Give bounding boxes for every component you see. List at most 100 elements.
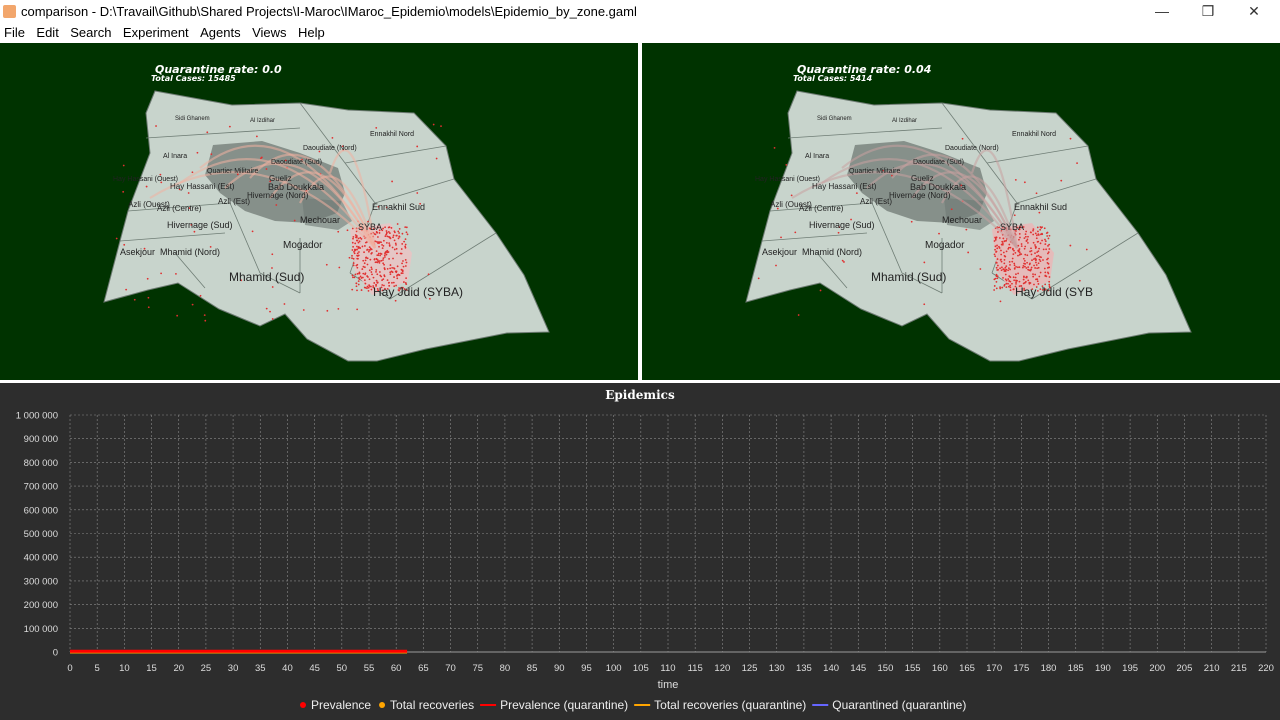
infected-agent xyxy=(1039,242,1042,245)
menu-edit[interactable]: Edit xyxy=(36,23,58,40)
x-tick-label: 200 xyxy=(1149,663,1165,674)
infected-agent xyxy=(1036,226,1039,229)
infected-agent xyxy=(396,223,399,225)
infected-agent xyxy=(352,237,354,240)
zone-label: Azli (Est) xyxy=(218,197,250,206)
zone-label: Azli (Est) xyxy=(860,197,892,206)
infected-agent xyxy=(1001,243,1004,246)
map-display-left[interactable]: Ennakhil Nord Daoudiate (Nord) Al Izdihar S… xyxy=(0,43,638,380)
zone-label: Hivernage (Sud) xyxy=(809,220,875,230)
infected-agent xyxy=(404,265,407,267)
x-tick-label: 190 xyxy=(1095,663,1111,674)
zone-label: Hivernage (Sud) xyxy=(167,220,233,230)
infected-agent xyxy=(377,236,379,238)
infected-agent xyxy=(996,258,999,260)
infected-agent xyxy=(1026,238,1029,241)
infected-agent xyxy=(785,163,788,166)
infected-agent xyxy=(1002,237,1005,240)
menu-file[interactable]: File xyxy=(4,23,25,40)
zone-label: Sidi Ghanem xyxy=(175,116,210,122)
infected-agent xyxy=(377,254,380,257)
zone-label: Al Izdihar xyxy=(250,118,275,124)
infected-agent xyxy=(1013,267,1016,270)
infected-agent xyxy=(362,259,365,262)
infected-agent xyxy=(348,256,351,259)
infected-agent xyxy=(388,245,391,247)
infected-agent xyxy=(1023,262,1025,265)
zone-label: Mhamid (Nord) xyxy=(802,247,862,257)
epidemics-chart[interactable]: Epidemics 0 5 10 15 20 25 30 35 40 45 50 55 60 65 70 75 8… xyxy=(0,383,1280,720)
infected-agent xyxy=(923,303,926,306)
infected-agent xyxy=(375,269,378,271)
menu-views[interactable]: Views xyxy=(252,23,286,40)
x-tick-label: 35 xyxy=(255,663,266,674)
legend-label: Quarantined (quarantine) xyxy=(832,698,966,712)
infected-agent xyxy=(1009,264,1011,266)
infected-agent xyxy=(1023,259,1026,262)
infected-agent xyxy=(354,234,357,236)
zone-label-hay-jdid: Hay Jdid (SYB xyxy=(1015,285,1093,299)
menu-experiment[interactable]: Experiment xyxy=(123,23,189,40)
x-tick-label: 15 xyxy=(146,663,157,674)
infected-agent xyxy=(1076,162,1078,165)
infected-agent xyxy=(1034,252,1036,255)
infected-agent xyxy=(1011,248,1014,251)
x-tick-label: 10 xyxy=(119,663,130,674)
infected-agent xyxy=(123,243,126,246)
infected-agent xyxy=(404,243,407,246)
zone-label: Mogador xyxy=(283,240,323,251)
infected-agent xyxy=(1035,234,1038,237)
infected-agent xyxy=(271,253,274,256)
infected-agent xyxy=(1007,247,1010,250)
infected-agent xyxy=(994,236,997,239)
infected-agent xyxy=(391,180,394,183)
infected-agent xyxy=(1044,243,1047,245)
infected-agent xyxy=(146,277,149,280)
infected-agent xyxy=(382,278,385,281)
infected-agent xyxy=(1008,261,1011,263)
infected-agent xyxy=(370,266,373,269)
infected-agent xyxy=(1015,279,1017,282)
infected-agent xyxy=(371,273,373,276)
x-tick-label: 150 xyxy=(878,663,894,674)
infected-agent xyxy=(251,230,254,233)
zone-label: Ennakhil Nord xyxy=(1012,131,1056,138)
infected-agent xyxy=(376,281,379,284)
infected-agent xyxy=(1032,275,1035,278)
x-tick-label: 65 xyxy=(418,663,429,674)
infected-agent xyxy=(379,252,382,255)
menu-search[interactable]: Search xyxy=(70,23,111,40)
map-display-right[interactable]: Ennakhil Nord Daoudiate (Nord) Al Izdihar S… xyxy=(642,43,1280,380)
infected-agent xyxy=(996,244,998,247)
y-tick-label: 800 000 xyxy=(24,458,58,469)
zone-label: Al Inara xyxy=(805,153,829,160)
y-tick-label: 600 000 xyxy=(24,505,58,516)
infected-agent xyxy=(351,257,353,260)
close-button[interactable]: ✕ xyxy=(1231,0,1277,23)
infected-agent xyxy=(383,254,386,257)
infected-agent xyxy=(1015,265,1017,268)
infected-agent xyxy=(385,241,388,244)
infected-agent xyxy=(1030,249,1033,252)
restore-button[interactable]: ❒ xyxy=(1185,0,1231,23)
menu-help[interactable]: Help xyxy=(298,23,325,40)
infected-agent xyxy=(367,290,370,292)
infected-agent xyxy=(368,246,371,249)
minimize-button[interactable]: — xyxy=(1139,0,1185,23)
infected-agent xyxy=(1005,268,1008,271)
infected-agent xyxy=(378,232,381,234)
x-tick-label: 60 xyxy=(391,663,402,674)
infected-agent xyxy=(780,236,782,239)
infected-agent xyxy=(1014,251,1017,254)
infected-agent xyxy=(358,278,361,281)
menu-agents[interactable]: Agents xyxy=(200,23,240,40)
infected-agent xyxy=(396,277,399,280)
infected-agent xyxy=(1026,261,1029,264)
infected-agent xyxy=(402,260,404,262)
infected-agent xyxy=(352,245,354,248)
infected-agent xyxy=(1034,232,1037,235)
x-tick-label: 130 xyxy=(769,663,785,674)
infected-agent xyxy=(386,235,389,238)
infected-agent xyxy=(393,239,396,242)
infected-agent xyxy=(389,264,392,266)
